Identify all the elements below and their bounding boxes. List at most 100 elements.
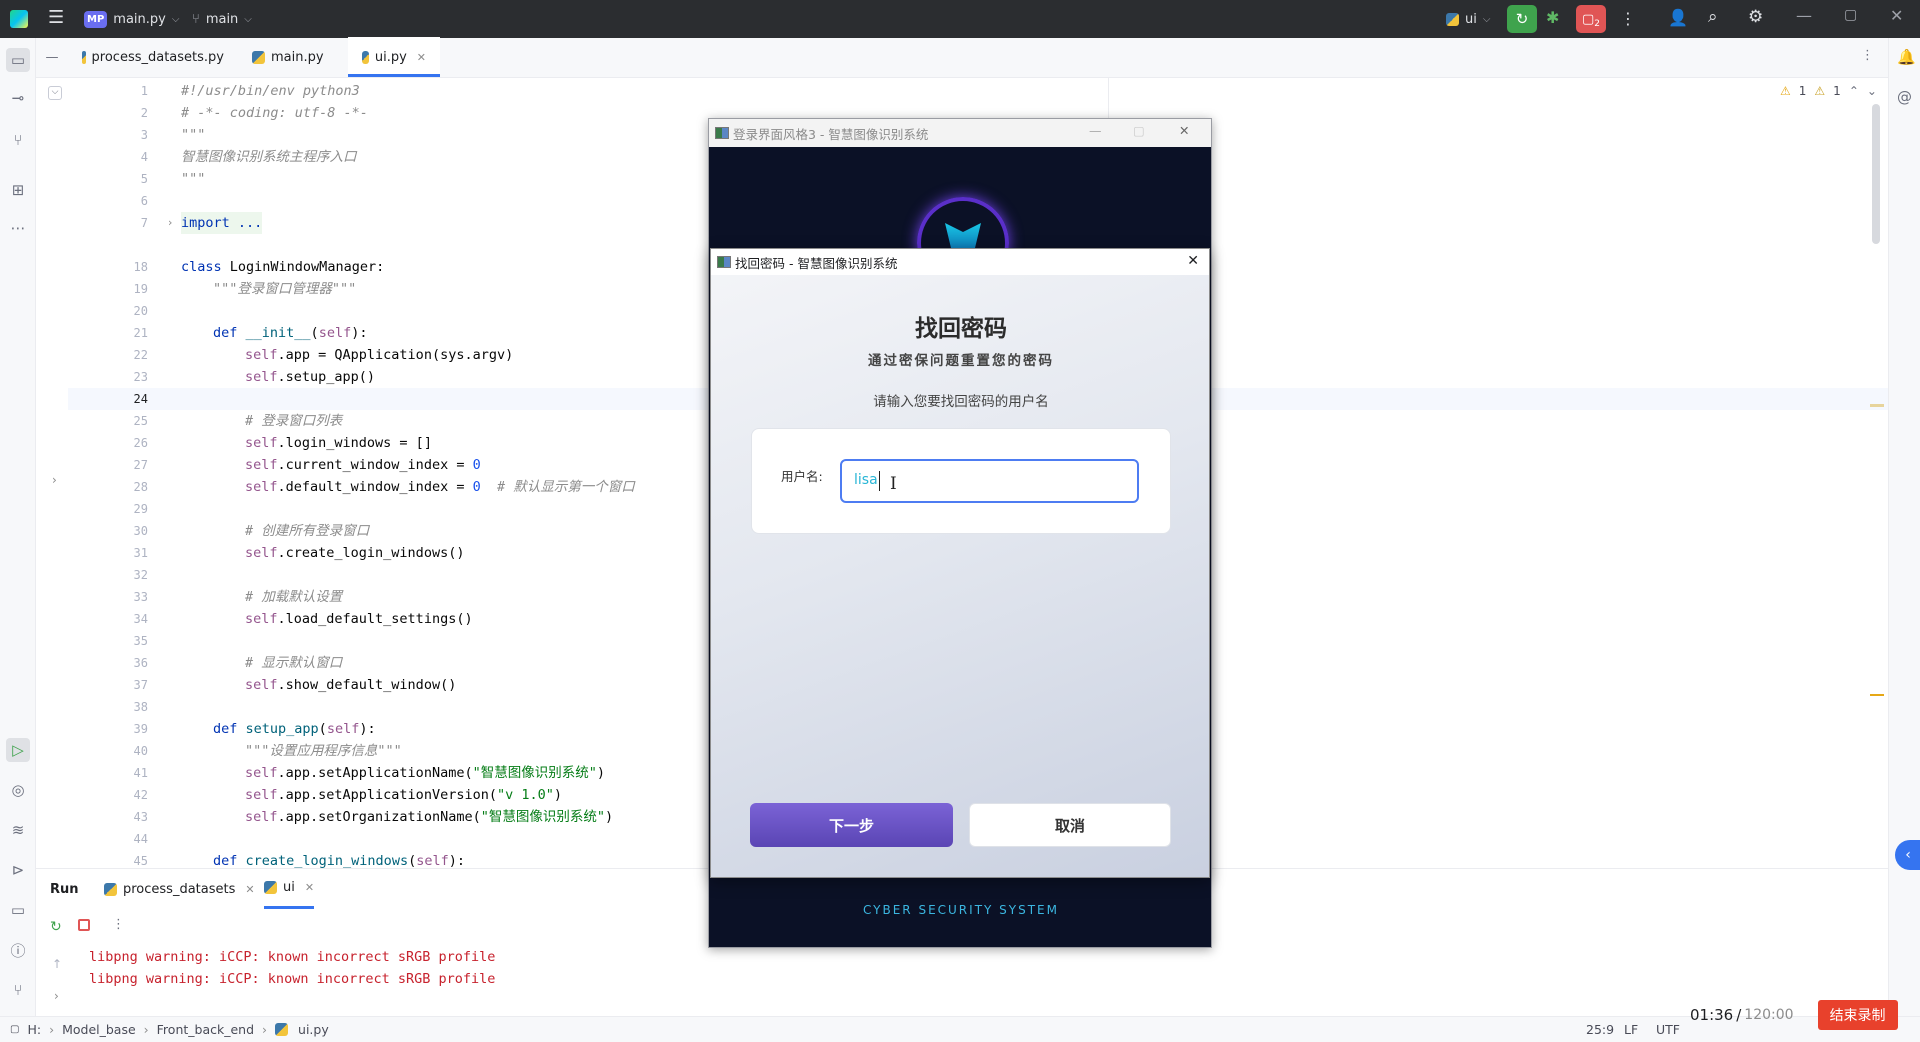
dialog-title: 找回密码 - 智慧图像识别系统: [735, 255, 898, 271]
python-icon: [104, 882, 117, 896]
more-vertical-icon[interactable]: ⋮: [1620, 9, 1636, 28]
line-number: 42: [133, 788, 148, 802]
app-logo-icon[interactable]: [10, 10, 28, 28]
branch-icon: ⑂: [192, 11, 200, 27]
chevron-right-icon: ›: [49, 1022, 55, 1037]
string: "v 1.0": [496, 787, 554, 803]
code-line: self.default_window_index = 0 # 默认显示第一个窗…: [245, 476, 635, 498]
code-text: .app.setOrganizationName(: [277, 809, 481, 825]
run-tool-icon[interactable]: ▷: [6, 738, 30, 762]
close-button[interactable]: ✕: [1179, 123, 1189, 138]
tab-options-icon[interactable]: ⋮: [1861, 48, 1874, 63]
collapse-side-button[interactable]: ‹: [1895, 840, 1920, 870]
error-stripe-mark: [1870, 694, 1884, 696]
username-input[interactable]: lisa: [840, 459, 1139, 503]
git-icon[interactable]: ⑂: [6, 978, 30, 1002]
services-icon[interactable]: ⊳: [6, 858, 30, 882]
title-bar: ☰ MP main.py ⌵ ⑂ main ⌵ ui ⌵ ↻ ✱ ▢ 2 ⋮ 👤 …: [0, 0, 1920, 38]
main-menu-icon[interactable]: ☰: [48, 9, 66, 27]
python-console-icon[interactable]: ◎: [6, 778, 30, 802]
expand-icon[interactable]: ›: [54, 989, 59, 1003]
close-tab-icon[interactable]: ✕: [245, 883, 254, 896]
run-config-selector[interactable]: ui ⌵: [1446, 0, 1490, 38]
debug-icon[interactable]: ✱: [1546, 8, 1559, 27]
chevron-down-icon[interactable]: ⌄: [1867, 84, 1877, 98]
minimize-button[interactable]: —: [1089, 123, 1102, 138]
ibeam-cursor-icon: I: [890, 474, 897, 494]
breadcrumb-item[interactable]: Front_back_end: [157, 1022, 254, 1037]
tab-label: ui.py: [374, 49, 407, 65]
branch-selector[interactable]: ⑂ main ⌵: [192, 0, 252, 38]
close-tab-icon[interactable]: ✕: [305, 881, 314, 894]
scroll-up-icon[interactable]: ↑: [52, 957, 62, 971]
tab-main[interactable]: main.py: [238, 37, 348, 77]
expand-gutter-icon[interactable]: ›: [52, 473, 57, 487]
stop-button[interactable]: ▢ 2: [1576, 5, 1606, 33]
ai-assistant-icon[interactable]: @: [1897, 88, 1912, 106]
python-icon: [275, 1023, 289, 1036]
line-number: 32: [133, 568, 148, 582]
line-number: 31: [133, 546, 148, 560]
fold-expand-icon[interactable]: ›: [168, 212, 172, 234]
fold-toggle-icon[interactable]: ⌵: [48, 86, 62, 100]
stop-icon[interactable]: [78, 919, 90, 931]
punct: (: [408, 853, 417, 868]
maximize-button[interactable]: ▢: [1133, 123, 1145, 138]
code-line: class LoginWindowManager:: [181, 256, 384, 278]
line-separator[interactable]: LF: [1624, 1022, 1638, 1037]
python-icon: [362, 50, 369, 64]
problems-icon[interactable]: ⓘ: [6, 938, 30, 962]
cancel-button[interactable]: 取消: [969, 803, 1171, 847]
chevron-up-icon[interactable]: ⌃: [1849, 84, 1859, 98]
line-number: 34: [133, 612, 148, 626]
code-line-folded-import[interactable]: import ...: [181, 212, 263, 234]
search-icon[interactable]: ⌕: [1708, 7, 1718, 27]
gear-icon[interactable]: ⚙: [1748, 7, 1763, 27]
project-folder-icon[interactable]: ▭: [6, 48, 30, 72]
notifications-icon[interactable]: 🔔: [1897, 48, 1916, 66]
line-gutter: 1 2 3 4 5 6 7 18 19 20 21 22 23 24 25 26 27 28 29 30 31 32 33 3…: [68, 78, 148, 868]
add-user-icon[interactable]: 👤: [1668, 8, 1688, 27]
close-button[interactable]: ✕: [1187, 253, 1199, 269]
tab-ui[interactable]: ui.py ✕: [348, 37, 440, 77]
stop-recording-button[interactable]: 结束录制: [1817, 1000, 1898, 1030]
code-line: """设置应用程序信息""": [245, 743, 402, 759]
terminal-icon[interactable]: ▭: [6, 898, 30, 922]
run-tab-process-datasets[interactable]: process_datasets ✕: [104, 869, 255, 909]
number: 0: [472, 479, 481, 495]
more-vertical-icon[interactable]: ⋮: [112, 917, 125, 932]
minimize-button[interactable]: —: [1796, 6, 1812, 25]
file-encoding[interactable]: UTF: [1656, 1022, 1680, 1037]
more-horizontal-icon[interactable]: ⋯: [6, 216, 30, 240]
next-button[interactable]: 下一步: [750, 803, 953, 847]
layers-icon[interactable]: ≋: [6, 818, 30, 842]
breadcrumb-item[interactable]: Model_base: [62, 1022, 136, 1037]
chevron-down-icon: ⌵: [244, 13, 252, 25]
dialog-subheading: 通过密保问题重置您的密码: [868, 353, 1054, 369]
function-name: create_login_windows: [245, 853, 409, 868]
commit-icon[interactable]: ⊸: [6, 86, 30, 110]
python-icon: [264, 881, 277, 894]
self-token: self: [245, 611, 278, 627]
tab-process-datasets[interactable]: process_datasets.py: [68, 37, 238, 77]
editor-scrollbar[interactable]: [1872, 104, 1880, 244]
rerun-icon[interactable]: ↻: [50, 919, 62, 935]
maximize-button[interactable]: ▢: [1844, 7, 1857, 23]
caret-position[interactable]: 25:9: [1586, 1022, 1614, 1037]
self-token: self: [245, 369, 278, 385]
collapse-icon[interactable]: —: [36, 37, 68, 77]
editor-tabs: — process_datasets.py main.py ui.py ✕ ⋮: [36, 37, 1888, 78]
run-tab-ui[interactable]: ui ✕: [264, 869, 315, 909]
close-tab-icon[interactable]: ✕: [417, 51, 426, 64]
pull-requests-icon[interactable]: ⑂: [6, 128, 30, 152]
breadcrumb-item[interactable]: H:: [27, 1022, 41, 1037]
comment: # 默认显示第一个窗口: [480, 479, 635, 495]
close-button[interactable]: ✕: [1890, 6, 1903, 25]
code-line: def setup_app(self):: [213, 718, 376, 740]
rerun-button[interactable]: ↻: [1507, 5, 1537, 33]
structure-icon[interactable]: ⊞: [6, 178, 30, 202]
inspection-widget[interactable]: ⚠ 1 ⚠ 1 ⌃ ⌄: [1780, 84, 1877, 98]
breadcrumb-item[interactable]: ui.py: [298, 1022, 329, 1037]
chevron-down-icon: ⌵: [1482, 13, 1491, 25]
project-selector[interactable]: MP main.py ⌵: [84, 0, 179, 38]
